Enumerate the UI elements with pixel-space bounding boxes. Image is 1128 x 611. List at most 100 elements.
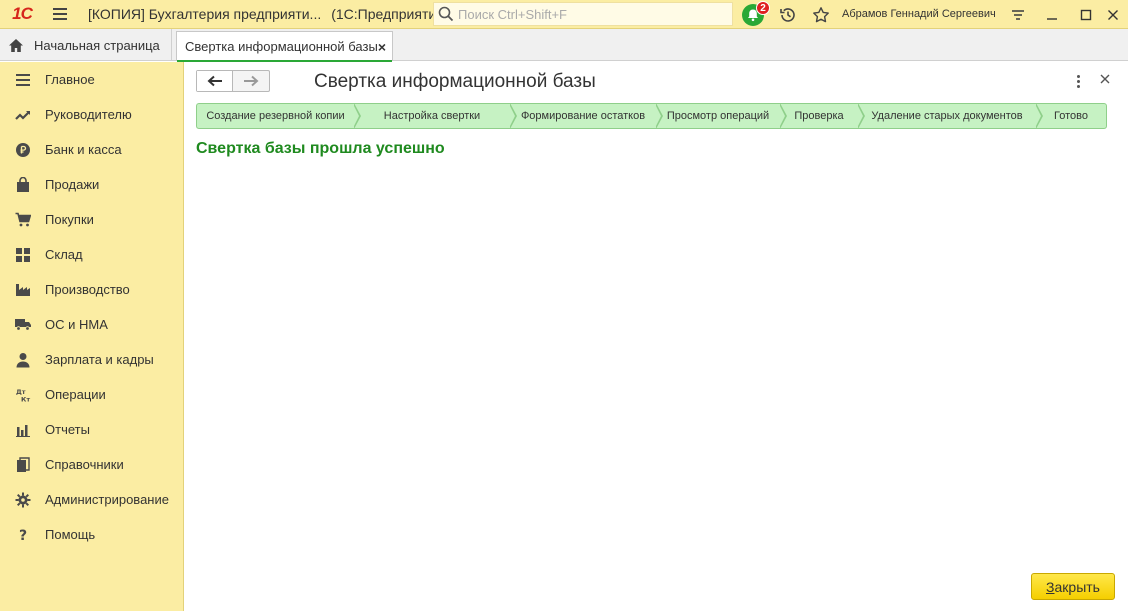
close-button[interactable]: Закрыть: [1031, 573, 1115, 600]
wizard-step-label: Настройка свертки: [383, 110, 481, 122]
sidebar-item-label: ОС и НМА: [45, 317, 108, 332]
tabs-bar: Начальная страница Свертка информационно…: [0, 29, 1128, 62]
sidebar-item-directories[interactable]: Справочники: [0, 447, 183, 482]
sidebar-item-fixed-assets[interactable]: ОС и НМА: [0, 307, 183, 342]
user-menu-button[interactable]: [1006, 0, 1030, 29]
wizard-step-check[interactable]: Проверка: [780, 103, 865, 129]
sidebar-item-label: Справочники: [45, 457, 124, 472]
wizard-step-backup[interactable]: Создание резервной копии: [196, 103, 361, 129]
wizard-step-label: Удаление старых документов: [871, 110, 1023, 122]
app-logo[interactable]: 1С: [0, 0, 44, 29]
shopping-bag-icon: [14, 176, 32, 194]
tab-home-label: Начальная страница: [34, 37, 160, 53]
sidebar-item-operations[interactable]: Дт Кт Операции: [0, 377, 183, 412]
sidebar-item-label: Зарплата и кадры: [45, 352, 154, 367]
wizard-step-done[interactable]: Готово: [1036, 103, 1107, 129]
tab-database-collapse-label: Свертка информационной базы: [185, 39, 378, 54]
close-button-label: акрыть: [1054, 578, 1100, 595]
success-message: Свертка базы прошла успешно: [196, 140, 445, 157]
notifications-count-badge: 2: [756, 1, 770, 15]
gear-icon: [14, 491, 32, 509]
more-actions-button[interactable]: [1072, 72, 1084, 90]
form-title: Свертка информационной базы: [314, 71, 596, 92]
sidebar-item-purchases[interactable]: Покупки: [0, 202, 183, 237]
app-title-text: [КОПИЯ] Бухгалтерия предприяти...: [88, 6, 322, 22]
user-name[interactable]: Абрамов Геннадий Сергеевич: [842, 0, 996, 29]
wizard-step-label: Проверка: [794, 110, 844, 122]
maximize-button[interactable]: [1074, 0, 1098, 29]
sidebar-item-label: Банк и касса: [45, 142, 122, 157]
tab-database-collapse[interactable]: Свертка информационной базы ×: [176, 31, 393, 62]
notifications-button[interactable]: 2: [740, 0, 770, 29]
main-menu-icon[interactable]: [44, 0, 76, 29]
forward-button[interactable]: [233, 71, 269, 91]
search-icon: [438, 6, 454, 22]
books-icon: [14, 456, 32, 474]
funnel-menu-icon: [1012, 9, 1024, 20]
factory-icon: [14, 281, 32, 299]
sidebar-item-label: Продажи: [45, 177, 100, 192]
maximize-icon: [1080, 9, 1092, 20]
favorites-button[interactable]: [808, 0, 834, 29]
arrow-left-icon: [207, 75, 222, 87]
home-icon: [9, 38, 23, 52]
sidebar-item-warehouse[interactable]: Склад: [0, 237, 183, 272]
truck-icon: [14, 316, 32, 334]
svg-text:?: ?: [19, 528, 27, 543]
sidebar-item-salary-hr[interactable]: Зарплата и кадры: [0, 342, 183, 377]
menu-icon: [14, 71, 32, 89]
sidebar-item-label: Руководителю: [45, 107, 132, 122]
sidebar-item-label: Покупки: [45, 212, 94, 227]
sidebar-item-bank-cash[interactable]: Банк и касса: [0, 132, 183, 167]
logo-text: 1С: [12, 4, 33, 23]
cart-icon: [14, 211, 32, 229]
form-close-button[interactable]: [1100, 71, 1110, 87]
sidebar-item-reports[interactable]: Отчеты: [0, 412, 183, 447]
wizard-step-delete-old[interactable]: Удаление старых документов: [858, 103, 1043, 129]
app-title: [КОПИЯ] Бухгалтерия предприяти... (1С:Пре…: [88, 6, 449, 22]
sidebar-item-production[interactable]: Производство: [0, 272, 183, 307]
title-bar: 1С [КОПИЯ] Бухгалтерия предприяти... (1С:…: [0, 0, 1128, 29]
tab-close-icon[interactable]: ×: [378, 39, 386, 55]
sidebar-item-label: Администрирование: [45, 492, 169, 507]
person-icon: [14, 351, 32, 369]
close-button-mnemonic: З: [1046, 578, 1055, 595]
sidebar-item-administration[interactable]: Администрирование: [0, 482, 183, 517]
global-search[interactable]: [433, 2, 733, 26]
wizard-step-label: Просмотр операций: [666, 110, 770, 122]
app-platform-text: (1С:Предприятие): [331, 6, 449, 22]
sidebar-item-label: Производство: [45, 282, 130, 297]
bar-chart-icon: [14, 421, 32, 439]
wizard-steps: Создание резервной копии Настройка сверт…: [196, 103, 1107, 129]
close-icon: [1108, 9, 1118, 20]
sections-panel: Главное Руководителю Банк и касса Продаж…: [0, 62, 184, 611]
trend-icon: [14, 106, 32, 124]
minimize-icon: [1047, 17, 1057, 20]
wizard-step-settings[interactable]: Настройка свертки: [354, 103, 517, 129]
sidebar-item-manager[interactable]: Руководителю: [0, 97, 183, 132]
question-icon: ?: [14, 526, 32, 544]
wizard-step-balances[interactable]: Формирование остатков: [510, 103, 663, 129]
tab-home[interactable]: Начальная страница: [0, 29, 172, 61]
sidebar-item-main[interactable]: Главное: [0, 62, 183, 97]
sidebar-item-label: Операции: [45, 387, 106, 402]
search-input[interactable]: [458, 6, 728, 22]
sidebar-item-label: Склад: [45, 247, 83, 262]
sidebar-item-help[interactable]: ? Помощь: [0, 517, 183, 552]
star-icon: [813, 6, 829, 22]
wizard-step-label: Готово: [1054, 110, 1088, 122]
back-button[interactable]: [197, 71, 233, 91]
wizard-step-label: Создание резервной копии: [206, 110, 345, 122]
arrow-right-icon: [244, 75, 259, 87]
sidebar-item-sales[interactable]: Продажи: [0, 167, 183, 202]
window-close-button[interactable]: [1100, 0, 1126, 29]
form-area: Свертка информационной базы Создание рез…: [184, 62, 1128, 611]
minimize-button[interactable]: [1040, 0, 1064, 29]
wizard-step-view-operations[interactable]: Просмотр операций: [656, 103, 787, 129]
debit-credit-icon: Дт Кт: [14, 386, 32, 404]
sidebar-item-label: Отчеты: [45, 422, 90, 437]
history-navigation: [196, 70, 270, 92]
ruble-coin-icon: [14, 141, 32, 159]
history-button[interactable]: [776, 0, 800, 29]
close-icon: [1100, 74, 1110, 84]
